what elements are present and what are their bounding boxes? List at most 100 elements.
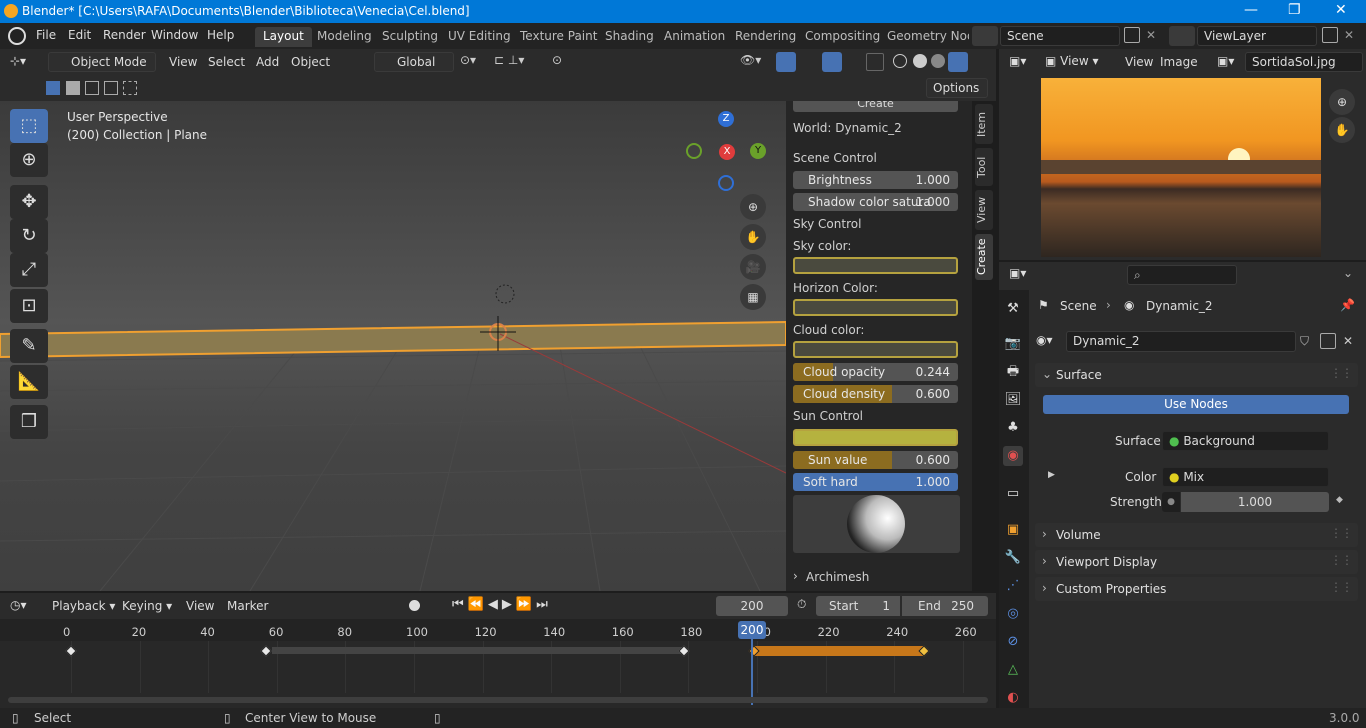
material-shading-icon[interactable] xyxy=(931,54,945,68)
rendered-shading-icon[interactable] xyxy=(948,52,968,72)
playback-controls[interactable]: ⏮⏪◀▶⏩⏭ xyxy=(452,597,552,612)
image-pan-icon[interactable]: ✋ xyxy=(1329,117,1355,143)
view-layer-tab-icon[interactable]: 🖼 xyxy=(1003,390,1023,410)
world-browse-icon[interactable]: ◉▾ xyxy=(1036,333,1064,351)
image-browse-icon[interactable]: ▣▾ xyxy=(1217,54,1243,72)
close-button[interactable]: ✕ xyxy=(1335,2,1347,18)
constraints-tab-icon[interactable]: ⊘ xyxy=(1003,632,1023,652)
scale-tool[interactable]: ⤢ xyxy=(10,253,48,287)
sky-color-swatch[interactable] xyxy=(793,257,958,274)
delete-viewlayer-icon[interactable]: ✕ xyxy=(1344,28,1354,42)
playhead-frame-label[interactable]: 200 xyxy=(738,621,766,639)
new-viewlayer-icon[interactable] xyxy=(1322,27,1338,43)
wireframe-shading-icon[interactable] xyxy=(893,54,907,68)
pan-hand-icon[interactable]: ✋ xyxy=(740,224,766,250)
tab-item[interactable]: Item xyxy=(975,104,993,144)
visibility-icon[interactable]: 👁▾ xyxy=(740,53,770,71)
brightness-slider[interactable]: Brightness 1.000 xyxy=(793,171,958,189)
proportional-edit-icon[interactable]: ⊙ xyxy=(552,53,570,71)
current-frame-field[interactable]: 200 xyxy=(716,596,788,616)
unlink-world-icon[interactable]: ✕ xyxy=(1343,334,1353,348)
viewlayer-selector-icon[interactable] xyxy=(1169,26,1195,46)
select-box-invert-icon[interactable] xyxy=(104,81,118,95)
surface-section-header[interactable]: ⌄ Surface ⋮⋮ xyxy=(1035,363,1358,387)
cloud-color-swatch[interactable] xyxy=(793,341,958,358)
add-cube-tool[interactable]: ❒ xyxy=(10,405,48,439)
delete-scene-icon[interactable]: ✕ xyxy=(1146,28,1156,42)
timeline-menu-playback[interactable]: Playback ▾ xyxy=(52,599,115,613)
workspace-tab-shading[interactable]: Shading xyxy=(597,27,662,47)
duplicate-world-icon[interactable] xyxy=(1320,333,1336,349)
timeline-editor-type-icon[interactable]: ◷▾ xyxy=(10,598,40,616)
snap-icon[interactable]: ⊏ ⊥▾ xyxy=(494,53,546,71)
keyframe-diamond[interactable] xyxy=(65,645,77,657)
workspace-tab-compositing[interactable]: Compositing xyxy=(797,27,888,47)
physics-tab-icon[interactable]: ◎ xyxy=(1003,604,1023,624)
ortho-grid-icon[interactable]: ▦ xyxy=(740,284,766,310)
scene-selector-icon[interactable] xyxy=(972,26,998,46)
properties-search-input[interactable]: ⌕ xyxy=(1127,265,1237,285)
object-tab-icon[interactable]: ▣ xyxy=(1003,520,1023,540)
create-button[interactable]: Create xyxy=(793,101,958,112)
horizon-color-swatch[interactable] xyxy=(793,299,958,316)
material-tab-icon[interactable]: ◐ xyxy=(1003,688,1023,708)
image-menu-view[interactable]: View xyxy=(1125,55,1153,69)
workspace-tab-geometry-nodes[interactable]: Geometry Nod xyxy=(879,27,969,47)
sun-color-swatch[interactable] xyxy=(793,429,958,446)
select-box-new-icon[interactable] xyxy=(46,81,60,95)
output-tab-icon[interactable]: 🖶 xyxy=(1003,362,1023,382)
gizmo-z-axis[interactable]: Z xyxy=(718,111,734,127)
stopwatch-icon[interactable]: ⏱ xyxy=(797,597,806,612)
menu-edit[interactable]: Edit xyxy=(68,28,91,42)
new-scene-icon[interactable] xyxy=(1124,27,1140,43)
particles-tab-icon[interactable]: ⋰ xyxy=(1003,576,1023,596)
record-icon[interactable] xyxy=(409,600,420,611)
pin-icon[interactable]: 📌 xyxy=(1340,298,1355,312)
camera-view-icon[interactable]: 🎥 xyxy=(740,254,766,280)
scene-name-field[interactable]: Scene xyxy=(1000,26,1120,46)
image-menu-image[interactable]: Image xyxy=(1160,55,1198,69)
transform-tool[interactable]: ⊡ xyxy=(10,289,48,323)
editor-type-icon[interactable]: ⊹▾ xyxy=(10,54,40,70)
render-tab-icon[interactable]: 📷 xyxy=(1003,334,1023,354)
image-mode-dropdown[interactable]: ▣ View ▾ xyxy=(1045,54,1098,68)
overlay-toggle-icon[interactable] xyxy=(822,52,842,72)
timeline-scrollbar[interactable] xyxy=(8,697,988,703)
viewport-display-section-header[interactable]: › Viewport Display ⋮⋮ xyxy=(1035,550,1358,574)
drag-handle-icon[interactable]: ⋮⋮ xyxy=(1330,553,1353,567)
gizmo-y-axis[interactable]: Y xyxy=(750,143,766,159)
fake-user-icon[interactable]: ⛉ xyxy=(1300,334,1309,349)
image-editor-type-icon[interactable]: ▣▾ xyxy=(1009,54,1037,72)
gizmo-neg-y-axis[interactable] xyxy=(686,143,702,159)
surface-shader-field[interactable]: ● Background xyxy=(1162,431,1329,451)
move-tool[interactable]: ✥ xyxy=(10,185,48,219)
strength-socket-icon[interactable]: ● xyxy=(1162,492,1180,512)
solid-shading-icon[interactable] xyxy=(913,54,927,68)
shadow-saturation-slider[interactable]: Shadow color satura 1.000 xyxy=(793,193,958,211)
zoom-icon[interactable]: ⊕ xyxy=(740,194,766,220)
options-dropdown[interactable]: Options xyxy=(926,78,988,98)
color-expand-icon[interactable]: ▶ xyxy=(1048,470,1055,480)
workspace-tab-uv-editing[interactable]: UV Editing xyxy=(440,27,519,47)
collection-tab-icon[interactable]: ▭ xyxy=(1003,484,1023,504)
soft-hard-slider[interactable]: Soft hard 1.000 xyxy=(793,473,958,491)
viewlayer-name-field[interactable]: ViewLayer xyxy=(1197,26,1317,46)
rotate-tool[interactable]: ↻ xyxy=(10,219,48,253)
start-frame-field[interactable]: Start 1 xyxy=(816,596,900,616)
image-zoom-icon[interactable]: ⊕ xyxy=(1329,89,1355,115)
transform-orientation-dropdown[interactable]: Global xyxy=(374,52,454,72)
strength-field[interactable]: 1.000 xyxy=(1181,492,1329,512)
cloud-density-slider[interactable]: Cloud density 0.600 xyxy=(793,385,958,403)
tab-view[interactable]: View xyxy=(975,190,993,230)
sun-value-slider[interactable]: Sun value 0.600 xyxy=(793,451,958,469)
use-nodes-button[interactable]: Use Nodes xyxy=(1043,395,1349,414)
gizmo-toggle-icon[interactable] xyxy=(776,52,796,72)
workspace-tab-sculpting[interactable]: Sculpting xyxy=(374,27,446,47)
drag-handle-icon[interactable]: ⋮⋮ xyxy=(1330,366,1353,380)
timeline-menu-view[interactable]: View xyxy=(186,599,214,613)
select-box-intersect-icon[interactable] xyxy=(123,81,137,95)
world-name-field[interactable]: Dynamic_2 xyxy=(1066,331,1296,352)
menu-file[interactable]: File xyxy=(36,28,56,42)
modifier-tab-icon[interactable]: 🔧 xyxy=(1003,548,1023,568)
viewport-menu-object[interactable]: Object xyxy=(291,55,330,69)
